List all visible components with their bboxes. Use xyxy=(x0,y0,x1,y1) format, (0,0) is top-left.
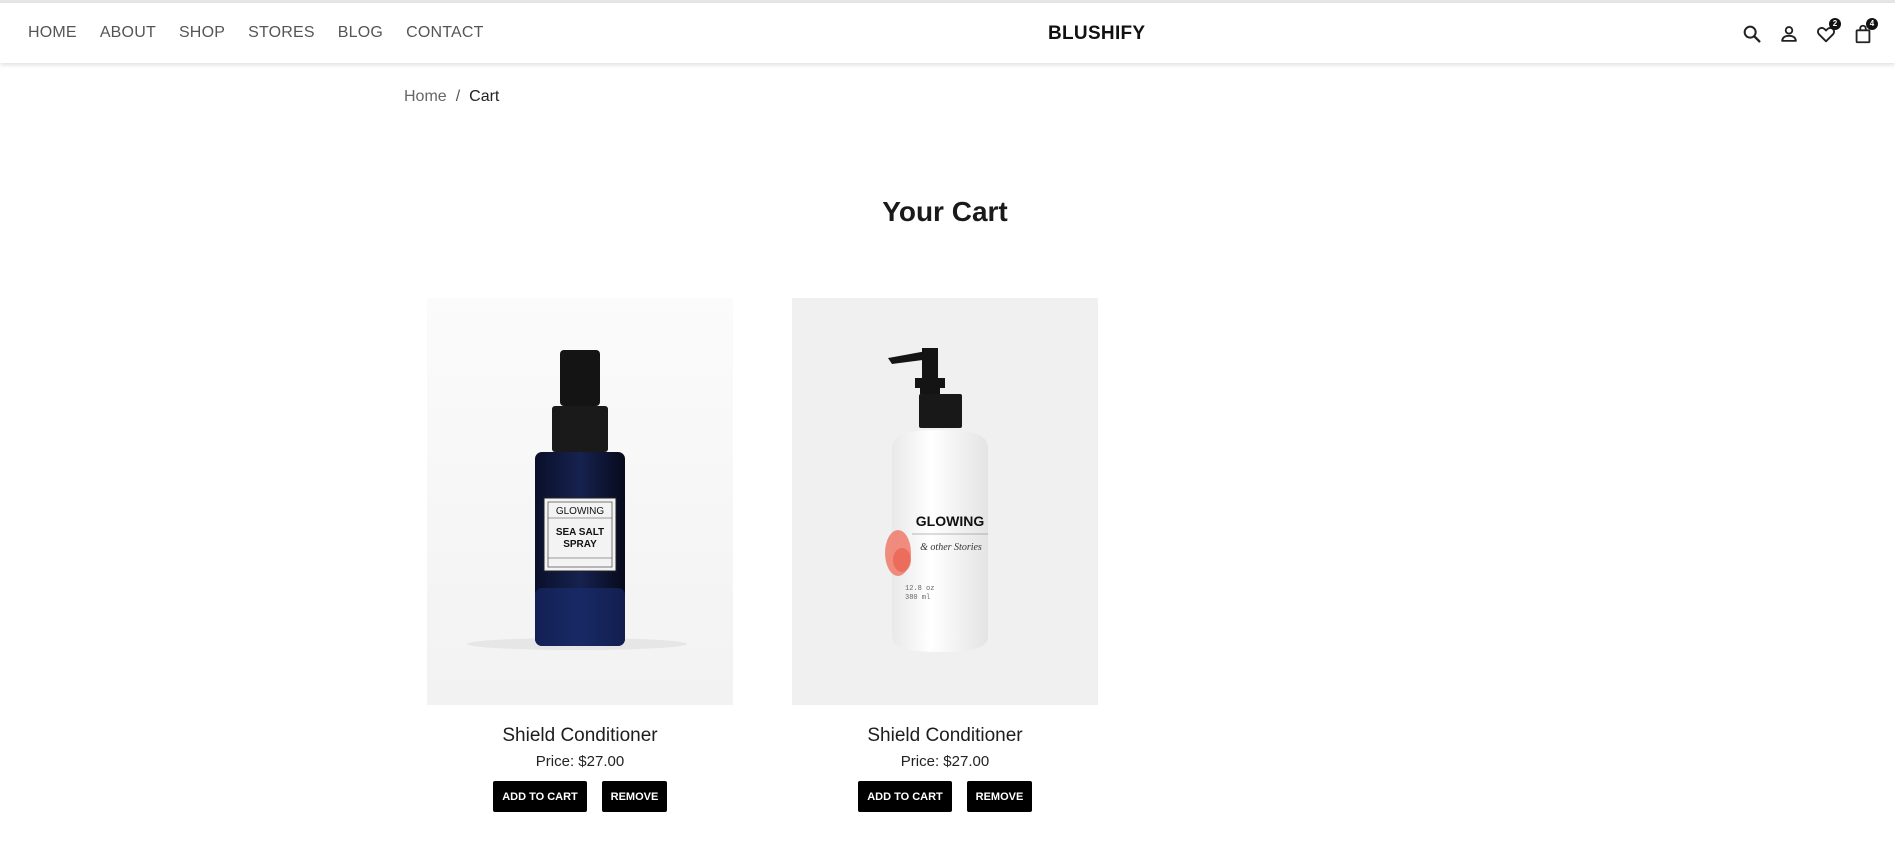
cart-count-badge: 4 xyxy=(1866,18,1878,30)
wishlist-heart-icon[interactable]: 2 xyxy=(1815,18,1841,45)
card-actions: ADD TO CART REMOVE xyxy=(427,781,733,812)
product-name[interactable]: Shield Conditioner xyxy=(792,725,1098,747)
label-subtitle-text: & other Stories xyxy=(920,542,982,553)
breadcrumb-current: Cart xyxy=(469,88,500,105)
nav-contact[interactable]: CONTACT xyxy=(406,24,484,42)
breadcrumb-separator: / xyxy=(455,88,461,105)
search-icon[interactable] xyxy=(1741,23,1763,45)
wishlist-count-badge: 2 xyxy=(1829,18,1841,30)
cart-item-card: GLOWING SEA SALT SPRAY Shield Conditione… xyxy=(427,298,733,812)
breadcrumb: Home / Cart xyxy=(404,88,499,106)
spray-bottle-image: GLOWING SEA SALT SPRAY xyxy=(427,298,733,705)
label-brand-text: GLOWING xyxy=(556,506,605,517)
product-image[interactable]: GLOWING & other Stories 12.8 oz 380 ml xyxy=(792,298,1098,705)
label-brand-text: GLOWING xyxy=(916,513,985,529)
add-to-cart-button[interactable]: ADD TO CART xyxy=(493,781,587,812)
nav-home[interactable]: HOME xyxy=(28,24,77,42)
nav-stores[interactable]: STORES xyxy=(248,24,315,42)
site-header: HOME ABOUT SHOP STORES BLOG CONTACT BLUS… xyxy=(0,3,1895,63)
add-to-cart-button[interactable]: ADD TO CART xyxy=(858,781,952,812)
cart-item-card: GLOWING & other Stories 12.8 oz 380 ml S… xyxy=(792,298,1098,812)
product-price: Price: $27.00 xyxy=(535,753,625,770)
nav-shop[interactable]: SHOP xyxy=(179,24,225,42)
cart-bag-icon[interactable]: 4 xyxy=(1852,18,1878,45)
main-nav: HOME ABOUT SHOP STORES BLOG CONTACT xyxy=(28,3,507,63)
card-actions: ADD TO CART REMOVE xyxy=(792,781,1098,812)
product-image[interactable]: GLOWING SEA SALT SPRAY xyxy=(427,298,733,705)
breadcrumb-home[interactable]: Home xyxy=(404,88,447,106)
remove-button[interactable]: REMOVE xyxy=(602,781,667,812)
page-title: Your Cart xyxy=(882,196,1008,227)
svg-text:SPRAY: SPRAY xyxy=(563,539,597,550)
svg-text:380 ml: 380 ml xyxy=(905,594,930,602)
brand-logo[interactable]: BLUSHIFY xyxy=(1048,23,1145,45)
svg-text:12.8 oz: 12.8 oz xyxy=(905,585,934,593)
svg-text:SEA SALT: SEA SALT xyxy=(556,527,604,538)
nav-about[interactable]: ABOUT xyxy=(100,24,156,42)
pump-bottle-image: GLOWING & other Stories 12.8 oz 380 ml xyxy=(792,298,1098,705)
product-price: Price: $27.00 xyxy=(900,753,990,770)
nav-blog[interactable]: BLOG xyxy=(338,24,383,42)
user-icon[interactable] xyxy=(1778,23,1800,45)
remove-button[interactable]: REMOVE xyxy=(967,781,1032,812)
product-name[interactable]: Shield Conditioner xyxy=(427,725,733,747)
